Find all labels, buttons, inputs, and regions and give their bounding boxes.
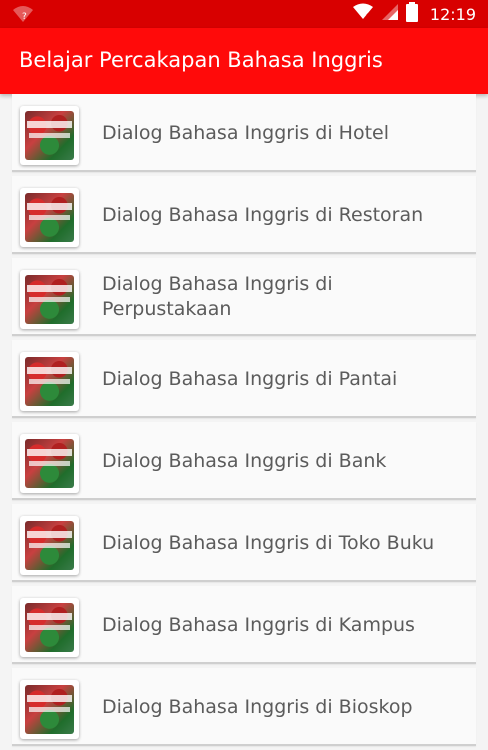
app-thumbnail-icon: [20, 598, 79, 657]
battery-icon: [405, 2, 418, 26]
signal-icon: [381, 4, 398, 24]
app-bar: Belajar Percakapan Bahasa Inggris: [0, 28, 488, 94]
list-item[interactable]: Dialog Bahasa Inggris di Pantai: [12, 340, 476, 418]
list-item[interactable]: Dialog Bahasa Inggris di Bank: [12, 422, 476, 500]
list-item-label: Dialog Bahasa Inggris di Kampus: [102, 613, 415, 636]
list-item-label: Dialog Bahasa Inggris di Perpustakaan: [102, 273, 333, 320]
list-item[interactable]: Dialog Bahasa Inggris di Kampus: [12, 586, 476, 664]
status-time: 12:19: [429, 4, 476, 24]
app-thumbnail-icon: [20, 352, 79, 411]
list-item-label: Dialog Bahasa Inggris di Bank: [102, 449, 387, 472]
list-item-label: Dialog Bahasa Inggris di Hotel: [102, 121, 390, 144]
page-title: Belajar Percakapan Bahasa Inggris: [19, 48, 383, 72]
app-thumbnail-icon: [20, 434, 79, 493]
list-item-label: Dialog Bahasa Inggris di Bioskop: [102, 695, 413, 718]
list-item[interactable]: Dialog Bahasa Inggris di Toko Buku: [12, 504, 476, 582]
list-item[interactable]: Dialog Bahasa Inggris di Restoran: [12, 176, 476, 254]
list-item[interactable]: Dialog Bahasa Inggris di Hotel: [12, 94, 476, 172]
app-thumbnail-icon: [20, 680, 79, 739]
app-thumbnail-icon: [20, 516, 79, 575]
list-item-label: Dialog Bahasa Inggris di Pantai: [102, 367, 398, 390]
svg-text:?: ?: [22, 12, 27, 22]
wifi-question-icon: ?: [12, 4, 34, 24]
list-item[interactable]: Dialog Bahasa Inggris di Perpustakaan: [12, 258, 476, 336]
list-item-label: Dialog Bahasa Inggris di Toko Buku: [102, 531, 435, 554]
wifi-x-icon: [352, 3, 374, 25]
app-thumbnail-icon: [20, 106, 79, 165]
list-item-label: Dialog Bahasa Inggris di Restoran: [102, 203, 424, 226]
list-item[interactable]: Dialog Bahasa Inggris di Bioskop: [12, 668, 476, 746]
status-bar: ? 12:19: [0, 0, 488, 28]
app-thumbnail-icon: [20, 188, 79, 247]
app-thumbnail-icon: [20, 270, 79, 329]
